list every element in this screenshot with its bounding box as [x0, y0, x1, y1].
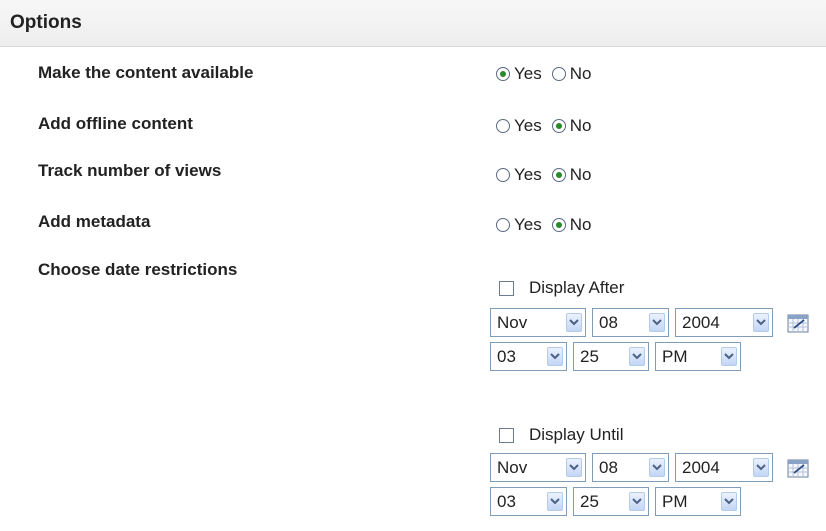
- chevron-down-icon[interactable]: [721, 347, 737, 366]
- radio-button[interactable]: [496, 119, 510, 133]
- until-month-select[interactable]: Nov: [490, 453, 586, 482]
- after-ampm-select[interactable]: PM: [655, 342, 741, 371]
- radio-add-metadata-no[interactable]: No: [551, 215, 592, 235]
- radio-button[interactable]: [496, 67, 510, 81]
- section-title: Options: [10, 12, 82, 33]
- until-year-select[interactable]: 2004: [675, 453, 773, 482]
- display-after-label: Display After: [529, 278, 625, 297]
- select-value: 03: [497, 491, 516, 511]
- after-year-select[interactable]: 2004: [675, 308, 773, 337]
- radio-label: Yes: [514, 165, 542, 184]
- select-value: Nov: [497, 312, 528, 332]
- display-until-time-row: 03 25 PM: [490, 487, 809, 516]
- display-until-checkbox[interactable]: [499, 427, 514, 443]
- chevron-down-icon[interactable]: [753, 313, 769, 332]
- select-value: 2004: [682, 312, 720, 332]
- radio-group-offline-content: Yes No: [496, 116, 591, 136]
- until-hour-select[interactable]: 03: [490, 487, 567, 516]
- radio-track-views-no[interactable]: No: [551, 165, 592, 185]
- chevron-down-icon[interactable]: [566, 458, 582, 477]
- radio-offline-content-no[interactable]: No: [551, 116, 592, 136]
- until-minute-select[interactable]: 25: [573, 487, 649, 516]
- chevron-down-icon[interactable]: [721, 492, 737, 511]
- radio-label: No: [569, 165, 592, 184]
- radio-track-views-yes[interactable]: Yes: [496, 165, 542, 185]
- radio-button[interactable]: [496, 168, 510, 182]
- chevron-down-icon[interactable]: [753, 458, 769, 477]
- chevron-down-icon[interactable]: [547, 492, 563, 511]
- radio-button[interactable]: [551, 119, 566, 133]
- radio-label: No: [569, 64, 592, 83]
- after-hour-select[interactable]: 03: [490, 342, 567, 371]
- radio-group-make-available: Yes No: [496, 64, 591, 84]
- option-label-track-views: Track number of views: [38, 161, 222, 180]
- chevron-down-icon[interactable]: [649, 313, 665, 332]
- radio-make-available-no[interactable]: No: [551, 64, 592, 84]
- radio-label: Yes: [514, 64, 542, 83]
- select-value: PM: [662, 346, 688, 366]
- select-value: 25: [580, 491, 599, 511]
- after-month-select[interactable]: Nov: [490, 308, 586, 337]
- display-until-row: Display Until: [490, 421, 809, 449]
- radio-label: No: [569, 215, 592, 234]
- after-minute-select[interactable]: 25: [573, 342, 649, 371]
- display-until-date-row: Nov 08 2004: [490, 453, 809, 482]
- chevron-down-icon[interactable]: [649, 458, 665, 477]
- calendar-icon[interactable]: [787, 458, 809, 478]
- chevron-down-icon[interactable]: [547, 347, 563, 366]
- display-until-label: Display Until: [529, 425, 624, 444]
- chevron-down-icon[interactable]: [566, 313, 582, 332]
- calendar-icon[interactable]: [787, 313, 809, 333]
- until-ampm-select[interactable]: PM: [655, 487, 741, 516]
- select-value: 03: [497, 346, 516, 366]
- display-after-time-row: 03 25 PM: [490, 342, 809, 371]
- option-label-date-restrictions: Choose date restrictions: [38, 260, 238, 279]
- radio-button[interactable]: [551, 168, 566, 182]
- select-value: 08: [599, 312, 618, 332]
- display-after-row: Display After: [490, 274, 809, 302]
- display-until-block: Display Until Nov 08 2004 03 25 PM: [490, 421, 809, 516]
- radio-offline-content-yes[interactable]: Yes: [496, 116, 542, 136]
- radio-label: Yes: [514, 215, 542, 234]
- option-label-offline-content: Add offline content: [38, 114, 193, 133]
- select-value: Nov: [497, 457, 528, 477]
- radio-group-track-views: Yes No: [496, 165, 591, 185]
- radio-button[interactable]: [551, 67, 566, 81]
- radio-add-metadata-yes[interactable]: Yes: [496, 215, 542, 235]
- display-after-date-row: Nov 08 2004: [490, 308, 809, 337]
- radio-button[interactable]: [496, 218, 510, 232]
- until-day-select[interactable]: 08: [592, 453, 669, 482]
- radio-label: Yes: [514, 116, 542, 135]
- display-after-checkbox[interactable]: [499, 280, 514, 296]
- option-label-make-available: Make the content available: [38, 63, 254, 82]
- display-after-block: Display After Nov 08 2004 03 25 PM: [490, 274, 809, 371]
- radio-make-available-yes[interactable]: Yes: [496, 64, 542, 84]
- after-day-select[interactable]: 08: [592, 308, 669, 337]
- select-value: 08: [599, 457, 618, 477]
- option-label-add-metadata: Add metadata: [38, 212, 151, 231]
- select-value: 25: [580, 346, 599, 366]
- select-value: PM: [662, 491, 688, 511]
- chevron-down-icon[interactable]: [629, 492, 645, 511]
- select-value: 2004: [682, 457, 720, 477]
- radio-group-add-metadata: Yes No: [496, 215, 591, 235]
- options-header: Options: [0, 0, 826, 47]
- chevron-down-icon[interactable]: [629, 347, 645, 366]
- radio-button[interactable]: [551, 218, 566, 232]
- radio-label: No: [569, 116, 592, 135]
